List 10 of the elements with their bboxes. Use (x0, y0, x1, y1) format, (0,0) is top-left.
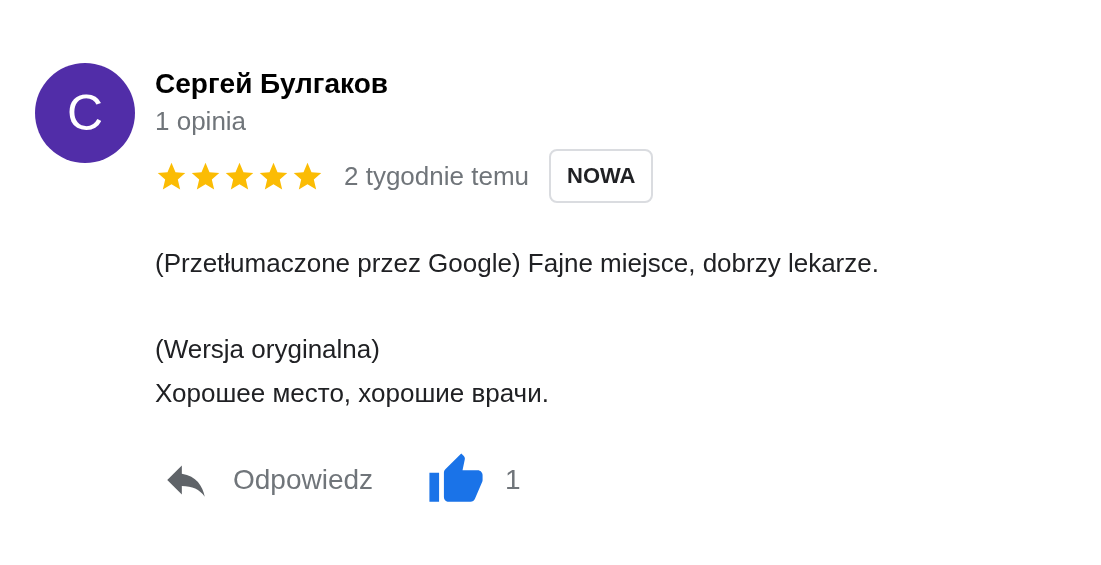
author-name: Сергей Булгаков (155, 67, 390, 101)
original-label: (Wersja oryginalna) (155, 333, 381, 366)
review-time: 2 tygodnie temu (344, 160, 529, 192)
original-text: Хорошее место, хорошие врачи. (155, 377, 550, 410)
new-badge: NOWA (549, 149, 654, 203)
avatar: C (35, 63, 135, 163)
review-text: (Przetłumaczone przez Google) Fajne miejsce, dobrzy lekarze. (155, 247, 879, 280)
review-count: 1 opinia (155, 105, 248, 138)
reply-button[interactable]: Odpowiedz (161, 455, 374, 505)
like-button[interactable]: 1 (427, 451, 521, 509)
